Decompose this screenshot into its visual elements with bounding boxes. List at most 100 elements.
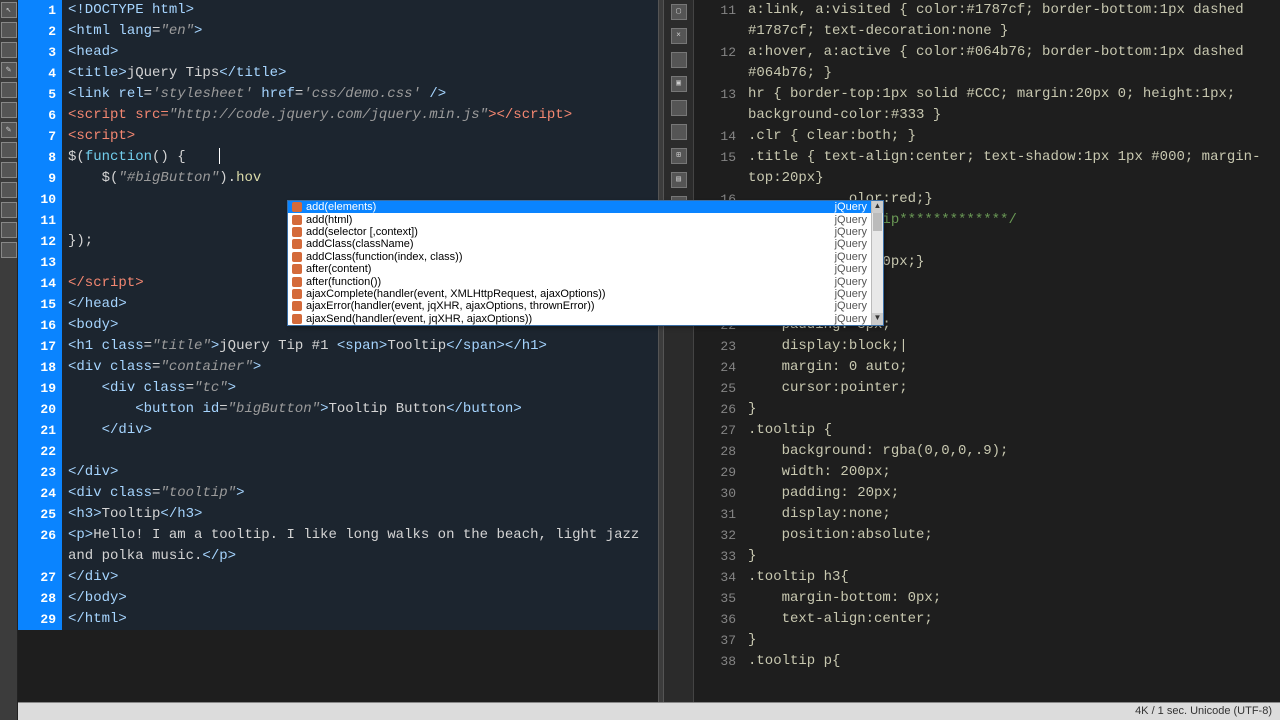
code-line[interactable]: 29 width: 200px; (694, 462, 1280, 483)
tool-button[interactable]: ▣ (671, 76, 687, 92)
line-text[interactable]: .tooltip p{ (742, 651, 1280, 672)
line-text[interactable]: a:link, a:visited { color:#1787cf; borde… (742, 0, 1280, 42)
code-line[interactable]: 36 text-align:center; (694, 609, 1280, 630)
tool-button[interactable] (1, 42, 17, 58)
code-line[interactable]: 24 margin: 0 auto; (694, 357, 1280, 378)
scroll-down-arrow[interactable]: ▼ (872, 313, 883, 325)
line-text[interactable] (62, 441, 658, 462)
autocomplete-item[interactable]: after(content)jQuery (288, 263, 883, 275)
code-line[interactable]: 28 background: rgba(0,0,0,.9); (694, 441, 1280, 462)
code-line[interactable]: 26} (694, 399, 1280, 420)
code-line[interactable]: 32 position:absolute; (694, 525, 1280, 546)
scroll-thumb[interactable] (873, 213, 882, 231)
code-line[interactable]: 35 margin-bottom: 0px; (694, 588, 1280, 609)
code-line[interactable]: 3<head> (18, 42, 658, 63)
tool-button[interactable] (1, 222, 17, 238)
code-line[interactable]: 19 <div class="tc"> (18, 378, 658, 399)
code-line[interactable]: 23 display:block;| (694, 336, 1280, 357)
autocomplete-item[interactable]: ajaxComplete(handler(event, XMLHttpReque… (288, 288, 883, 300)
line-text[interactable]: .tooltip { (742, 420, 1280, 441)
code-line[interactable]: 26<p>Hello! I am a tooltip. I like long … (18, 525, 658, 567)
line-text[interactable]: hr { border-top:1px solid #CCC; margin:2… (742, 84, 1280, 126)
autocomplete-item[interactable]: add(elements)jQuery (288, 201, 883, 213)
line-text[interactable]: } (742, 630, 1280, 651)
code-line[interactable]: 30 padding: 20px; (694, 483, 1280, 504)
code-line[interactable]: 20 <button id="bigButton">Tooltip Button… (18, 399, 658, 420)
autocomplete-item[interactable]: addClass(function(index, class))jQuery (288, 251, 883, 263)
tool-button[interactable] (1, 202, 17, 218)
line-text[interactable]: <h1 class="title">jQuery Tip #1 <span>To… (62, 336, 658, 357)
line-text[interactable]: <title>jQuery Tips</title> (62, 63, 658, 84)
left-code-area[interactable]: 1<!DOCTYPE html>2<html lang="en">3<head>… (18, 0, 658, 720)
left-editor-pane[interactable]: 1<!DOCTYPE html>2<html lang="en">3<head>… (18, 0, 658, 720)
code-line[interactable]: 15.title { text-align:center; text-shado… (694, 147, 1280, 189)
line-text[interactable]: } (742, 399, 1280, 420)
autocomplete-item[interactable]: add(selector [,context])jQuery (288, 226, 883, 238)
code-line[interactable]: 2<html lang="en"> (18, 21, 658, 42)
line-text[interactable]: <script src="http://code.jquery.com/jque… (62, 105, 658, 126)
code-line[interactable]: 13hr { border-top:1px solid #CCC; margin… (694, 84, 1280, 126)
line-text[interactable]: display:block;| (742, 336, 1280, 357)
autocomplete-item[interactable]: add(html)jQuery (288, 213, 883, 225)
line-text[interactable]: cursor:pointer; (742, 378, 1280, 399)
line-text[interactable]: margin: 0 auto; (742, 357, 1280, 378)
code-line[interactable]: 25 cursor:pointer; (694, 378, 1280, 399)
line-text[interactable]: </html> (62, 609, 658, 630)
code-line[interactable]: 37} (694, 630, 1280, 651)
line-text[interactable]: <p>Hello! I am a tooltip. I like long wa… (62, 525, 658, 567)
tool-button[interactable]: ⊞ (671, 148, 687, 164)
line-text[interactable]: <head> (62, 42, 658, 63)
autocomplete-item[interactable]: ajaxSend(handler(event, jqXHR, ajaxOptio… (288, 313, 883, 325)
line-text[interactable]: text-align:center; (742, 609, 1280, 630)
code-line[interactable]: 7<script> (18, 126, 658, 147)
tool-button[interactable]: ▤ (671, 172, 687, 188)
code-line[interactable]: 17<h1 class="title">jQuery Tip #1 <span>… (18, 336, 658, 357)
code-line[interactable]: 29</html> (18, 609, 658, 630)
code-line[interactable]: 25<h3>Tooltip</h3> (18, 504, 658, 525)
code-line[interactable]: 18<div class="container"> (18, 357, 658, 378)
tool-button[interactable]: ▢ (671, 4, 687, 20)
tool-button[interactable] (1, 22, 17, 38)
line-text[interactable]: </div> (62, 420, 658, 441)
code-line[interactable]: 9 $("#bigButton").hov (18, 168, 658, 189)
line-text[interactable]: </div> (62, 462, 658, 483)
line-text[interactable]: position:absolute; (742, 525, 1280, 546)
autocomplete-item[interactable]: ajaxError(handler(event, jqXHR, ajaxOpti… (288, 300, 883, 312)
code-line[interactable]: 11a:link, a:visited { color:#1787cf; bor… (694, 0, 1280, 42)
line-text[interactable]: width: 200px; (742, 462, 1280, 483)
code-line[interactable]: 21 </div> (18, 420, 658, 441)
line-text[interactable]: <!DOCTYPE html> (62, 0, 658, 21)
code-line[interactable]: 4<title>jQuery Tips</title> (18, 63, 658, 84)
tool-button[interactable] (671, 100, 687, 116)
line-text[interactable]: <button id="bigButton">Tooltip Button</b… (62, 399, 658, 420)
line-text[interactable]: a:hover, a:active { color:#064b76; borde… (742, 42, 1280, 84)
tool-button[interactable]: ✎ (1, 62, 17, 78)
code-line[interactable]: 27</div> (18, 567, 658, 588)
code-line[interactable]: 23</div> (18, 462, 658, 483)
tool-button[interactable] (671, 124, 687, 140)
tool-button[interactable] (1, 162, 17, 178)
line-text[interactable]: <div class="tooltip"> (62, 483, 658, 504)
autocomplete-item[interactable]: addClass(className)jQuery (288, 238, 883, 250)
autocomplete-item[interactable]: after(function())jQuery (288, 275, 883, 287)
tool-button[interactable] (1, 182, 17, 198)
code-line[interactable]: 22 (18, 441, 658, 462)
code-line[interactable]: 8$(function() { (18, 147, 658, 168)
tool-button[interactable]: ↖ (1, 2, 17, 18)
tool-button[interactable]: × (671, 28, 687, 44)
code-line[interactable]: 14.clr { clear:both; } (694, 126, 1280, 147)
code-line[interactable]: 6<script src="http://code.jquery.com/jqu… (18, 105, 658, 126)
tool-button[interactable] (1, 102, 17, 118)
line-text[interactable]: <script> (62, 126, 658, 147)
code-line[interactable]: 27.tooltip { (694, 420, 1280, 441)
line-text[interactable]: .tooltip h3{ (742, 567, 1280, 588)
line-text[interactable]: margin-bottom: 0px; (742, 588, 1280, 609)
line-text[interactable]: <div class="container"> (62, 357, 658, 378)
code-line[interactable]: 34.tooltip h3{ (694, 567, 1280, 588)
tool-button[interactable] (1, 242, 17, 258)
line-text[interactable]: <h3>Tooltip</h3> (62, 504, 658, 525)
line-text[interactable]: display:none; (742, 504, 1280, 525)
tool-button[interactable]: ✎ (1, 122, 17, 138)
line-text[interactable]: </body> (62, 588, 658, 609)
line-text[interactable]: padding: 20px; (742, 483, 1280, 504)
